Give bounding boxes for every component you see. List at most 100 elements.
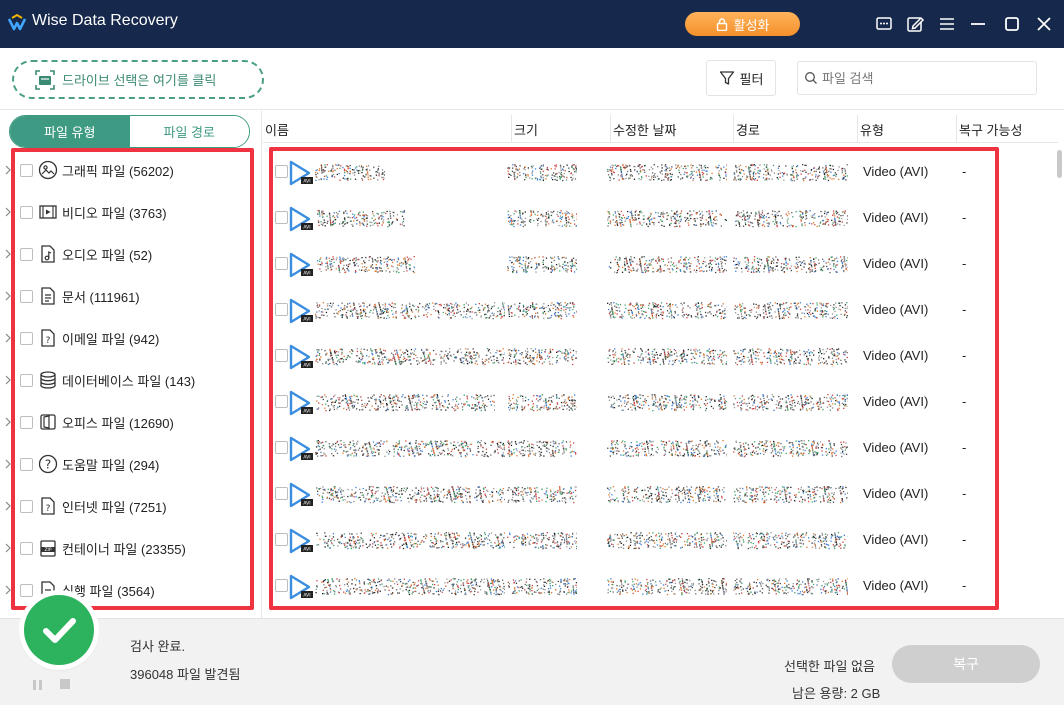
row-checkbox[interactable] [275,533,288,546]
column-type[interactable]: 유형 [857,115,956,143]
table-row[interactable]: AVI Video (AVI) - [263,149,1053,195]
maximize-icon[interactable] [1002,14,1022,34]
expand-arrow-icon[interactable] [4,333,12,343]
redacted-file-size [507,486,577,504]
tree-item[interactable]: 문서 (111961) [0,275,258,317]
checkbox[interactable] [20,163,33,177]
expand-arrow-icon[interactable] [4,291,12,301]
table-row[interactable]: AVI Video (AVI) - [263,517,1053,563]
tree-item-label: 오디오 파일 (52) [62,247,153,263]
redacted-file-size [507,210,577,228]
row-checkbox[interactable] [275,441,288,454]
tree-item-label: 이메일 파일 (942) [62,331,160,347]
tree-item[interactable]: 오피스 파일 (12690) [0,401,258,443]
tree-item[interactable]: 데이터베이스 파일 (143) [0,359,258,401]
activate-button[interactable]: 활성화 [685,12,800,36]
close-icon[interactable] [1034,14,1054,34]
feedback-icon[interactable] [874,14,894,34]
checkbox[interactable] [20,373,33,387]
filter-label: 필터 [739,71,764,87]
table-row[interactable]: AVI Video (AVI) - [263,195,1053,241]
checkbox[interactable] [20,499,33,513]
video-play-icon: AVI [289,574,313,600]
row-checkbox[interactable] [275,211,288,224]
row-checkbox[interactable] [275,487,288,500]
file-type-cell: Video (AVI) [863,256,929,271]
expand-arrow-icon[interactable] [4,501,12,511]
column-modified[interactable]: 수정한 날짜 [610,115,733,143]
table-row[interactable]: AVI Video (AVI) - [263,379,1053,425]
checkbox[interactable] [20,247,33,261]
pause-icon[interactable] [32,679,44,691]
redacted-file-size [507,348,577,366]
tree-item[interactable]: ZIP 컨테이너 파일 (23355) [0,527,258,569]
drive-select-button[interactable]: 드라이브 선택은 여기를 클릭 [12,60,264,99]
svg-text:?: ? [45,458,51,472]
expand-arrow-icon[interactable] [4,249,12,259]
expand-arrow-icon[interactable] [4,165,12,175]
tree-item-label: 데이터베이스 파일 (143) [62,373,196,389]
table-row[interactable]: AVI Video (AVI) - [263,563,1053,609]
tree-item[interactable]: ? 도움말 파일 (294) [0,443,258,485]
column-size[interactable]: 크기 [511,115,610,143]
expand-arrow-icon[interactable] [4,543,12,553]
expand-arrow-icon[interactable] [4,207,12,217]
recoverability-cell: - [962,440,967,455]
tree-item[interactable]: 그래픽 파일 (56202) [0,149,258,191]
recover-button[interactable]: 복구 [892,645,1040,683]
menu-icon[interactable] [937,14,957,34]
tree-item[interactable]: ? 이메일 파일 (942) [0,317,258,359]
column-path[interactable]: 경로 [733,115,857,143]
column-name[interactable]: 이름 [263,115,511,143]
redacted-file-size [507,302,577,320]
column-recoverability[interactable]: 복구 가능성 [956,115,1058,143]
stop-icon[interactable] [60,679,70,689]
table-row[interactable]: AVI Video (AVI) - [263,287,1053,333]
toolbar: 드라이브 선택은 여기를 클릭 필터 [0,48,1064,110]
tree-item[interactable]: ? 인터넷 파일 (7251) [0,485,258,527]
minimize-icon[interactable] [968,14,988,34]
redacted-file-path [733,348,848,366]
checkbox[interactable] [20,415,33,429]
expand-arrow-icon[interactable] [4,585,12,595]
table-row[interactable]: AVI Video (AVI) - [263,241,1053,287]
table-body: AVI Video (AVI) - AVI Video (AVI) - AVI Video (… [263,149,1053,611]
recoverability-cell: - [962,348,967,363]
row-checkbox[interactable] [275,303,288,316]
app-logo-icon [7,13,27,31]
redacted-file-path [733,394,848,412]
svg-text:ZIP: ZIP [44,547,51,553]
edit-icon[interactable] [905,14,925,34]
row-checkbox[interactable] [275,349,288,362]
search-input[interactable] [822,70,1022,86]
checkbox[interactable] [20,331,33,345]
recoverability-cell: - [962,578,967,593]
tree-item[interactable]: 오디오 파일 (52) [0,233,258,275]
checkbox[interactable] [20,541,33,555]
tree-item-label: 문서 (111961) [62,289,140,305]
checkbox[interactable] [20,205,33,219]
tab-file-type[interactable]: 파일 유형 [10,116,130,147]
recoverability-cell: - [962,532,967,547]
table-row[interactable]: AVI Video (AVI) - [263,333,1053,379]
tab-file-path[interactable]: 파일 경로 [129,116,249,147]
expand-arrow-icon[interactable] [4,375,12,385]
expand-arrow-icon[interactable] [4,459,12,469]
row-checkbox[interactable] [275,395,288,408]
file-type-cell: Video (AVI) [863,486,929,501]
row-checkbox[interactable] [275,257,288,270]
checkbox[interactable] [20,289,33,303]
table-scrollbar[interactable] [1057,150,1062,178]
redacted-modified-date [607,210,727,228]
tree-item[interactable]: 비디오 파일 (3763) [0,191,258,233]
video-play-icon: AVI [289,482,313,508]
table-row[interactable]: AVI Video (AVI) - [263,425,1053,471]
svg-text:AVI: AVI [303,271,310,277]
expand-arrow-icon[interactable] [4,417,12,427]
internet-file-icon: ? [41,497,55,515]
filter-button[interactable]: 필터 [706,60,776,96]
row-checkbox[interactable] [275,165,288,178]
row-checkbox[interactable] [275,579,288,592]
checkbox[interactable] [20,457,33,471]
table-row[interactable]: AVI Video (AVI) - [263,471,1053,517]
